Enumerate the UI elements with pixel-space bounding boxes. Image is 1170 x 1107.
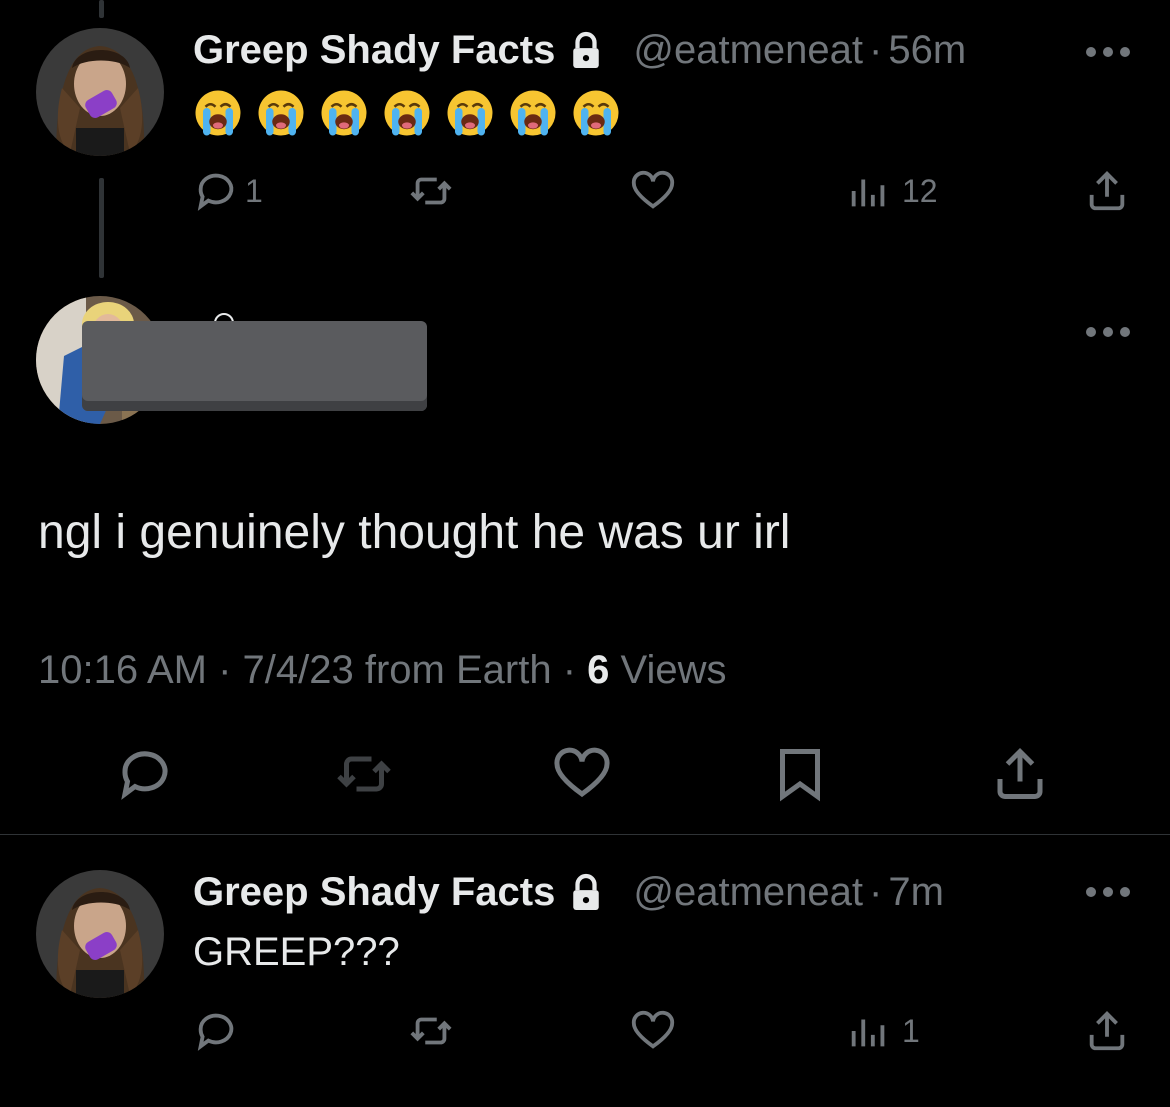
crying-face-emoji-icon [321,90,367,136]
avatar[interactable] [36,28,164,156]
separator: · [869,28,883,72]
more-dots-icon[interactable] [1086,324,1130,340]
reply-icon [121,751,168,800]
reply-icon [197,173,234,211]
avatar[interactable] [36,870,164,998]
like-button[interactable] [630,1008,676,1054]
timestamp[interactable]: 56m [888,28,966,73]
views-count: 1 [902,1012,920,1049]
tweet-emoji-body [193,88,621,138]
crying-face-emoji-icon [447,90,493,136]
crying-face-emoji-icon [573,90,619,136]
heart-icon [631,170,675,209]
thread-line-top [99,0,104,18]
handle[interactable]: @eatmeneat [633,870,863,915]
like-button[interactable] [630,168,676,214]
focused-tweet-text: ngl i genuinely thought he was ur irl [38,506,791,559]
share-icon [997,747,1043,799]
retweet-icon [410,177,452,205]
retweet-icon [337,756,391,792]
tweet-timestamp[interactable]: 10:16 AM · 7/4/23 from Earth · [38,648,587,692]
crying-face-emoji-icon [258,90,304,136]
heart-icon [631,1010,675,1049]
timestamp[interactable]: 7m [888,870,944,915]
tweet-header: Greep Shady Facts @eatmeneat · 56m [193,28,966,73]
crying-face-emoji-icon [510,90,556,136]
reply-button[interactable] [115,744,175,804]
tweet-text: GREEP??? [193,930,400,974]
handle[interactable]: @eatmeneat [633,28,863,73]
share-icon [1089,171,1125,211]
like-button[interactable] [552,744,612,804]
lock-icon [569,31,603,71]
crying-face-emoji-icon [384,90,430,136]
views-button[interactable]: 12 [846,168,938,214]
separator: · [869,870,883,914]
reply-button[interactable]: 1 [193,168,263,214]
share-button[interactable] [990,744,1050,804]
retweet-button[interactable] [408,1008,454,1054]
views-count: 6 [587,648,610,692]
tweet-header: Greep Shady Facts @eatmeneat · 7m [193,870,944,915]
crying-face-emoji-icon [195,90,241,136]
more-dots-icon[interactable] [1086,44,1130,60]
tweet-meta: 10:16 AM · 7/4/23 from Earth · 6 Views [38,648,726,693]
retweet-button[interactable] [408,168,454,214]
bookmark-button[interactable] [770,744,830,804]
lock-icon [569,873,603,913]
redacted-name-block [82,321,427,411]
views-button[interactable]: 1 [846,1008,920,1054]
views-count: 12 [902,172,938,209]
display-name[interactable]: Greep Shady Facts [193,870,555,915]
share-icon [1089,1011,1125,1051]
more-dots-icon[interactable] [1086,884,1130,900]
divider [0,834,1170,835]
retweet-button[interactable] [334,744,394,804]
retweet-icon [410,1017,452,1045]
reply-button[interactable] [193,1008,239,1054]
share-button[interactable] [1084,1008,1130,1054]
share-button[interactable] [1084,168,1130,214]
reply-icon [197,1013,234,1051]
bookmark-icon [780,749,820,802]
views-icon [851,179,885,207]
thread-line-middle [99,178,104,278]
reply-count: 1 [245,172,263,209]
views-label: Views [609,648,727,692]
heart-icon [554,747,610,798]
views-icon [851,1019,885,1047]
display-name[interactable]: Greep Shady Facts [193,28,555,73]
